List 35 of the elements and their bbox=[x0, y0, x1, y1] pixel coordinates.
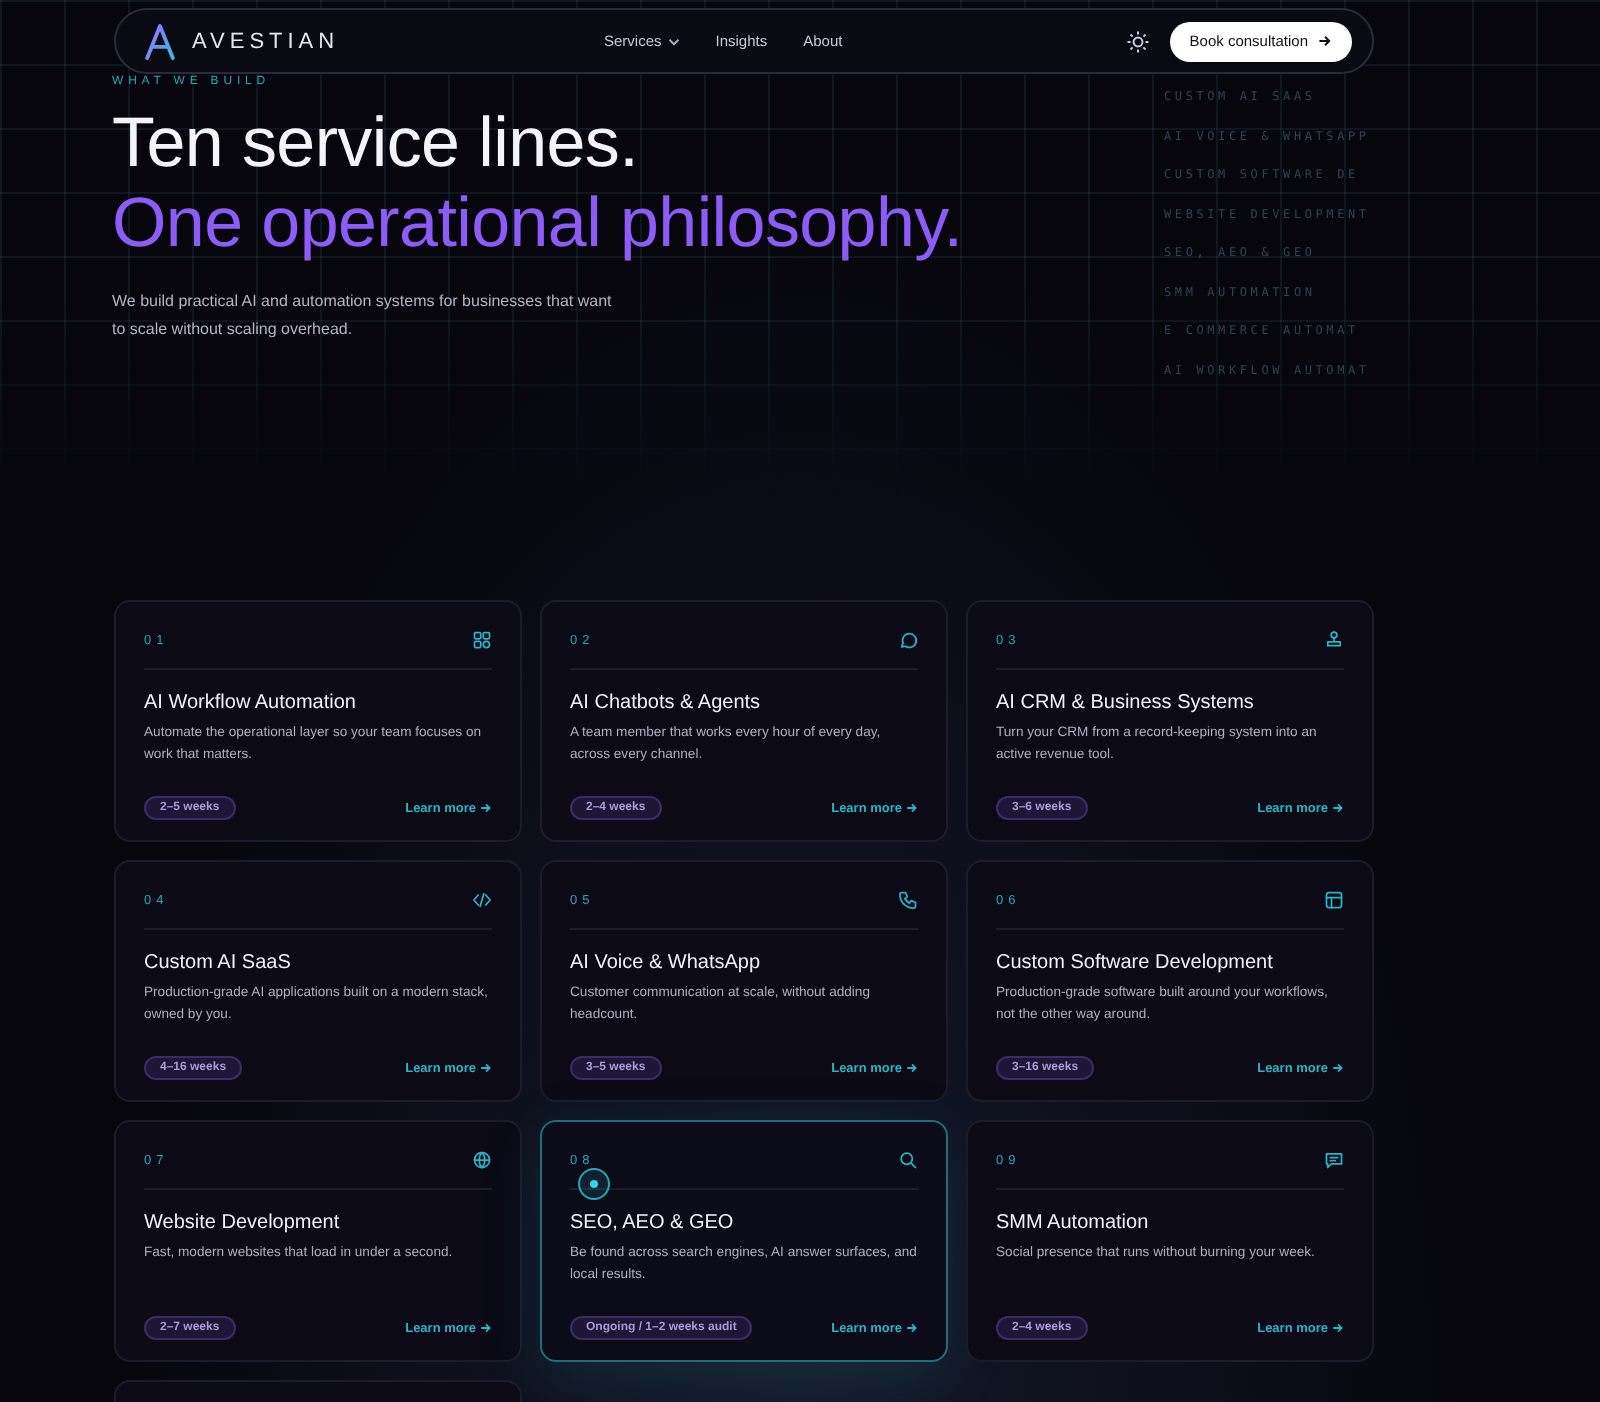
card-title: SEO, AEO & GEO bbox=[570, 1212, 736, 1234]
hero-description: We build practical AI and automation systems for businesses that want to scale without scaling overhead. bbox=[112, 290, 612, 342]
arrow-right-icon bbox=[1332, 1322, 1344, 1334]
card-title: Website Development bbox=[144, 1212, 342, 1234]
arrow-right-icon bbox=[1318, 34, 1332, 48]
hero-subtitle: One operational philosophy. bbox=[112, 184, 965, 264]
arrow-right-icon bbox=[906, 1062, 918, 1074]
chat-bubble-icon bbox=[898, 630, 918, 650]
globe-icon bbox=[472, 1150, 492, 1170]
arrow-right-icon bbox=[1332, 802, 1344, 814]
logo-icon[interactable] bbox=[144, 23, 176, 59]
hero-title: Ten service lines. bbox=[112, 104, 641, 184]
arrow-right-icon bbox=[906, 802, 918, 814]
search-icon bbox=[898, 1150, 918, 1170]
card-title: SMM Automation bbox=[996, 1212, 1151, 1234]
caret-icon bbox=[667, 37, 680, 45]
phone-icon bbox=[898, 890, 918, 910]
card-title: AI CRM & Business Systems bbox=[996, 692, 1256, 714]
arrow-right-icon bbox=[480, 1322, 492, 1334]
cursor-ring-icon bbox=[578, 1168, 610, 1200]
card-title: AI Workflow Automation bbox=[144, 692, 358, 714]
brand-name[interactable]: AVESTIAN bbox=[192, 29, 340, 53]
arrow-right-icon bbox=[480, 802, 492, 814]
arrow-right-icon bbox=[480, 1062, 492, 1074]
arrow-right-icon bbox=[906, 1322, 918, 1334]
card-title: Custom AI SaaS bbox=[144, 952, 293, 974]
code-icon bbox=[472, 890, 492, 910]
card-title: AI Voice & WhatsApp bbox=[570, 952, 763, 974]
card-title: AI Chatbots & Agents bbox=[570, 692, 763, 714]
arrow-right-icon bbox=[1332, 1062, 1344, 1074]
message-icon bbox=[1324, 1150, 1344, 1170]
card-title: Custom Software Development bbox=[996, 952, 1275, 974]
grid-icon bbox=[472, 630, 492, 650]
sun-icon[interactable] bbox=[1125, 29, 1150, 53]
layout-icon bbox=[1324, 890, 1344, 910]
